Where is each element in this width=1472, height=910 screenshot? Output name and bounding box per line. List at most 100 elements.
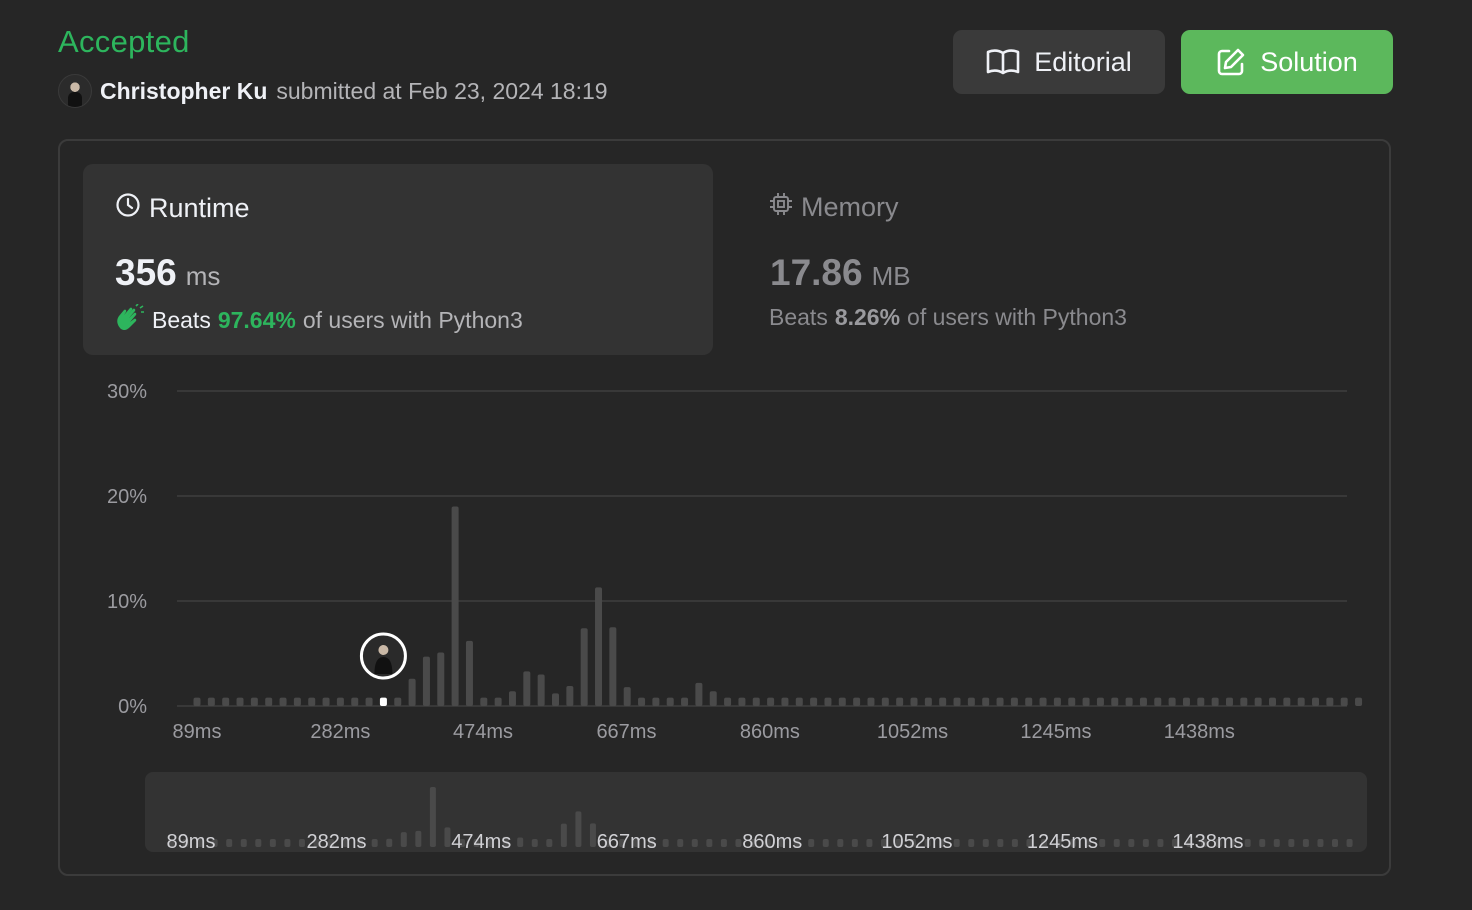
chart-bar[interactable] <box>810 697 818 706</box>
chart-bar[interactable] <box>695 682 703 706</box>
chart-bar[interactable] <box>1312 697 1320 706</box>
brush-bar <box>386 838 393 847</box>
chart-bar[interactable] <box>394 697 402 706</box>
chart-bar[interactable] <box>724 697 732 706</box>
chart-bar[interactable] <box>709 691 717 706</box>
chart-bar[interactable] <box>666 697 674 706</box>
chart-bar[interactable] <box>422 656 430 706</box>
chart-bar[interactable] <box>265 697 273 706</box>
chart-bar[interactable] <box>1154 697 1162 706</box>
chart-bar[interactable] <box>867 697 875 706</box>
chart-bar[interactable] <box>953 697 961 706</box>
chart-bar[interactable] <box>838 697 846 706</box>
brush-bar <box>560 823 567 847</box>
chart-bar[interactable] <box>1068 697 1076 706</box>
chart-bar[interactable] <box>1125 697 1133 706</box>
chart-bar[interactable] <box>1053 697 1061 706</box>
chart-bar[interactable] <box>480 697 488 706</box>
chart-bar[interactable] <box>408 678 416 706</box>
chart-bar[interactable] <box>1326 697 1334 706</box>
chart-bar[interactable] <box>1254 697 1262 706</box>
chart-range-brush[interactable]: 89ms 282ms 474ms 667ms 860ms 1052ms 1245ms 1438… <box>145 772 1367 853</box>
chart-bar[interactable] <box>595 587 603 706</box>
chart-bar[interactable] <box>1355 697 1363 706</box>
chart-bar[interactable] <box>967 697 975 706</box>
chart-bar[interactable] <box>623 687 631 706</box>
chart-bar[interactable] <box>566 686 574 706</box>
chart-bar[interactable] <box>910 697 918 706</box>
chart-bar[interactable] <box>279 697 287 706</box>
chart-bar[interactable] <box>523 671 531 706</box>
brush-bar <box>531 839 538 847</box>
chart-bar[interactable] <box>236 697 244 706</box>
brush-tick-label: 667ms <box>597 831 657 853</box>
chart-bar[interactable] <box>652 697 660 706</box>
chart-bar[interactable] <box>609 627 617 706</box>
chart-bar[interactable] <box>1039 697 1047 706</box>
chart-bar[interactable] <box>465 640 473 706</box>
chart-bar[interactable] <box>982 697 990 706</box>
chart-bar[interactable] <box>1025 697 1033 706</box>
chart-bar[interactable] <box>1111 697 1119 706</box>
chart-bar[interactable] <box>1211 697 1219 706</box>
chart-bar[interactable] <box>365 697 373 706</box>
y-tick-label: 30% <box>107 381 147 403</box>
brush-bar <box>415 830 422 847</box>
chart-bar[interactable] <box>494 697 502 706</box>
brush-bar <box>808 839 815 847</box>
user-runtime-bar[interactable] <box>379 697 387 706</box>
brush-bar <box>706 839 713 847</box>
chart-bar[interactable] <box>681 697 689 706</box>
chart-bar[interactable] <box>1269 697 1276 706</box>
chart-bar[interactable] <box>336 697 344 706</box>
brush-bar <box>575 811 582 847</box>
chart-bar[interactable] <box>924 697 932 706</box>
chart-bar[interactable] <box>1082 697 1090 706</box>
chart-bar[interactable] <box>824 697 832 706</box>
chart-bar[interactable] <box>752 697 760 706</box>
chart-bar[interactable] <box>508 691 516 706</box>
chart-bar[interactable] <box>1240 697 1248 706</box>
chart-bar[interactable] <box>451 506 459 707</box>
chart-bar[interactable] <box>795 697 803 706</box>
chart-bar[interactable] <box>781 697 789 706</box>
chart-bar[interactable] <box>1283 697 1291 706</box>
chart-bar[interactable] <box>1225 697 1233 706</box>
chart-bar[interactable] <box>1297 697 1305 706</box>
chart-bar[interactable] <box>1340 697 1348 706</box>
chart-bar[interactable] <box>537 674 545 707</box>
chart-bar[interactable] <box>351 697 359 706</box>
brush-bar <box>662 839 669 847</box>
brush-bar <box>1142 839 1149 847</box>
chart-bar[interactable] <box>308 697 316 706</box>
brush-bar <box>720 839 727 847</box>
chart-bar[interactable] <box>580 628 588 706</box>
chart-bar[interactable] <box>1197 697 1205 706</box>
chart-bar[interactable] <box>1139 697 1147 706</box>
runtime-distribution-chart[interactable]: 0% 10% 20% 30% 89ms 282ms 474ms 667ms 860ms 1052… <box>0 0 1472 910</box>
chart-bar[interactable] <box>1096 697 1104 706</box>
chart-bar[interactable] <box>193 697 201 706</box>
chart-bar[interactable] <box>293 697 301 706</box>
chart-bar[interactable] <box>1010 697 1018 706</box>
chart-bar[interactable] <box>896 697 904 706</box>
chart-bar[interactable] <box>552 693 559 706</box>
y-tick-label: 0% <box>118 696 147 718</box>
x-tick-label: 1052ms <box>877 721 948 743</box>
chart-bar[interactable] <box>996 697 1004 706</box>
brush-tick-label: 282ms <box>306 831 366 853</box>
chart-gridlines <box>177 390 1347 707</box>
chart-bar[interactable] <box>939 697 947 706</box>
chart-bar[interactable] <box>250 697 258 706</box>
chart-bar[interactable] <box>638 697 646 706</box>
chart-bar[interactable] <box>738 697 746 706</box>
chart-bar[interactable] <box>881 697 889 706</box>
chart-bar[interactable] <box>222 697 230 706</box>
chart-bar[interactable] <box>322 697 330 706</box>
chart-bar[interactable] <box>853 697 861 706</box>
chart-bar[interactable] <box>767 697 775 706</box>
chart-bar[interactable] <box>207 697 215 706</box>
chart-bar[interactable] <box>437 652 445 706</box>
chart-bar[interactable] <box>1182 697 1190 706</box>
chart-bar[interactable] <box>1168 697 1176 706</box>
